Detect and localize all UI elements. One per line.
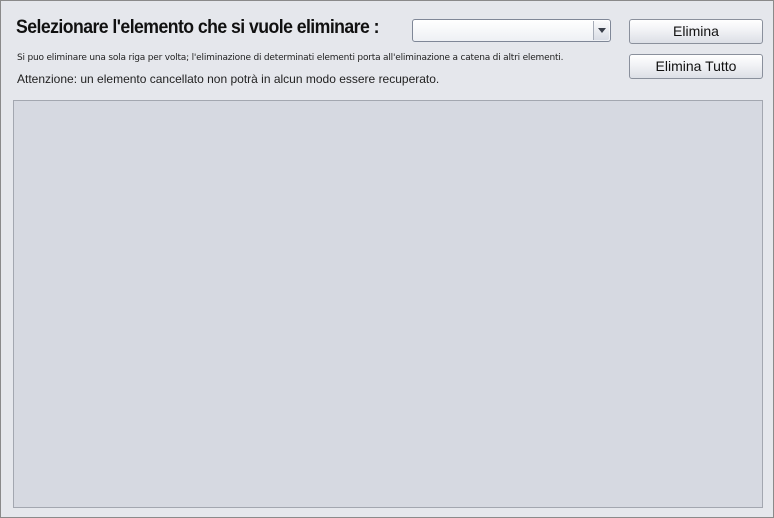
delete-all-button[interactable]: Elimina Tutto <box>629 54 763 79</box>
delete-warning-note: Attenzione: un elemento cancellato non p… <box>17 72 440 86</box>
chevron-down-icon[interactable] <box>593 21 609 40</box>
page-title: Selezionare l'elemento che si vuole elim… <box>16 17 380 38</box>
element-details-panel <box>13 100 763 508</box>
delete-info-note: Si puo eliminare una sola riga per volta… <box>17 53 564 63</box>
delete-element-window: Selezionare l'elemento che si vuole elim… <box>0 0 774 518</box>
delete-button[interactable]: Elimina <box>629 19 763 44</box>
element-select-dropdown[interactable] <box>412 19 611 42</box>
